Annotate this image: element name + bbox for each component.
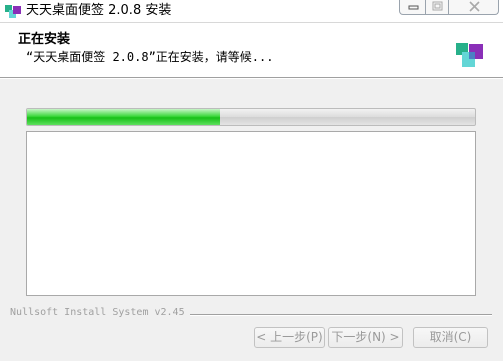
- maximize-button[interactable]: [425, 0, 449, 15]
- minimize-icon: [408, 5, 419, 10]
- title-bar: 天天桌面便签 2.0.8 安装: [0, 0, 503, 22]
- minimize-button[interactable]: [399, 0, 426, 15]
- cancel-button[interactable]: 取消(C): [413, 327, 488, 348]
- install-details-box[interactable]: [26, 131, 476, 296]
- app-logo-icon: [5, 5, 21, 18]
- page-subtitle: “天天桌面便签 2.0.8”正在安装，请等候...: [26, 50, 274, 64]
- caption-buttons: [399, 0, 499, 16]
- installer-branding: Nullsoft Install System v2.45: [10, 307, 185, 318]
- close-button[interactable]: [448, 0, 499, 15]
- close-icon: [469, 1, 480, 12]
- next-button[interactable]: 下一步(N) >: [328, 327, 403, 348]
- maximize-icon: [432, 1, 443, 11]
- header-divider-highlight: [0, 78, 503, 79]
- header-panel: 正在安装 “天天桌面便签 2.0.8”正在安装，请等候...: [0, 22, 503, 77]
- progress-fill: [27, 109, 220, 125]
- window-title: 天天桌面便签 2.0.8 安装: [26, 3, 172, 18]
- install-progress-bar: [26, 108, 476, 126]
- back-button[interactable]: < 上一步(P): [254, 327, 325, 348]
- branding-divider-highlight: [190, 315, 492, 316]
- app-logo-icon: [456, 43, 483, 67]
- page-title: 正在安装: [18, 32, 71, 47]
